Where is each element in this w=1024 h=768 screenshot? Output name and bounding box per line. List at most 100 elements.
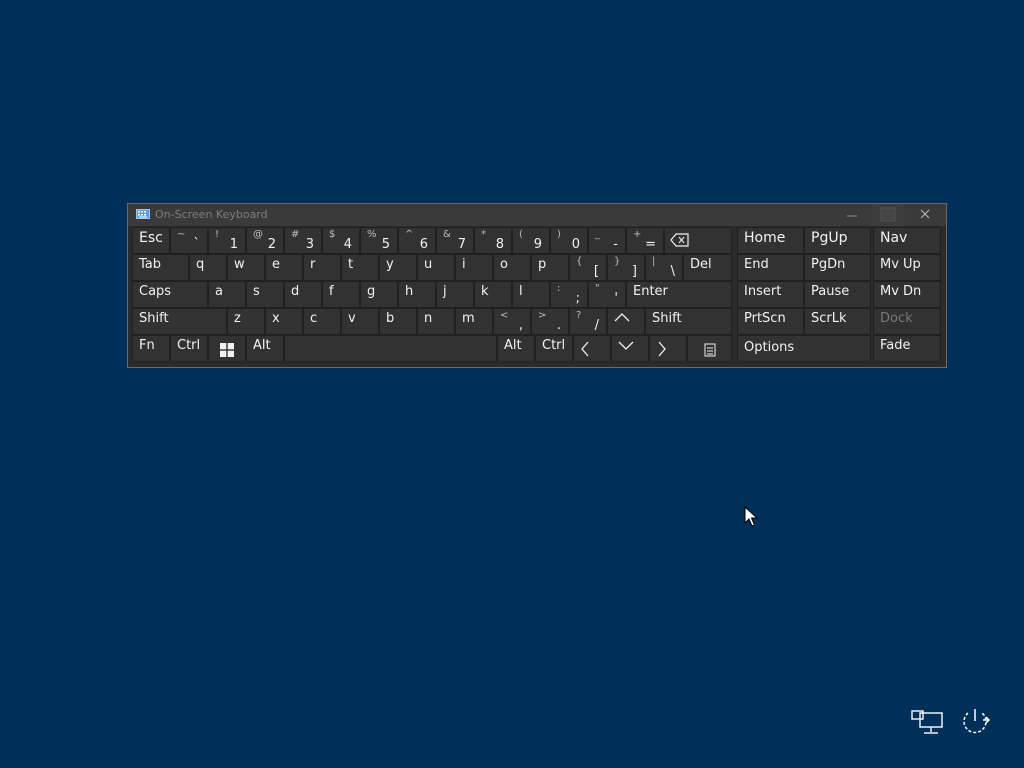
key-backtick[interactable]: ~ `: [170, 227, 208, 254]
key-shift-left[interactable]: Shift: [132, 308, 227, 335]
fade-button[interactable]: Fade: [873, 335, 941, 362]
key-period[interactable]: >.: [531, 308, 569, 335]
key-y[interactable]: y: [379, 254, 417, 281]
key-e[interactable]: e: [265, 254, 303, 281]
key-m[interactable]: m: [455, 308, 493, 335]
key-label: o: [500, 257, 508, 272]
key-nav[interactable]: Nav: [873, 227, 941, 254]
key-2[interactable]: @2: [246, 227, 284, 254]
key-8[interactable]: * 8: [474, 227, 512, 254]
key-d[interactable]: d: [284, 281, 322, 308]
key-semicolon[interactable]: :;: [550, 281, 588, 308]
key-1[interactable]: ! 1: [208, 227, 246, 254]
key-label: t: [348, 257, 354, 272]
key-w[interactable]: w: [227, 254, 265, 281]
key-backspace[interactable]: [664, 227, 732, 254]
key-0[interactable]: ) 0: [550, 227, 588, 254]
minimize-icon: [847, 215, 857, 217]
key-alt-left[interactable]: Alt: [246, 335, 284, 362]
main-char: =: [645, 237, 656, 252]
key-9[interactable]: (9: [512, 227, 550, 254]
key-tab[interactable]: Tab: [132, 254, 189, 281]
key-prtscn[interactable]: PrtScn: [737, 308, 804, 335]
key-i[interactable]: i: [455, 254, 493, 281]
key-n[interactable]: n: [417, 308, 455, 335]
key-3[interactable]: #3: [284, 227, 322, 254]
key-slash[interactable]: ? /: [569, 308, 607, 335]
key-a[interactable]: a: [208, 281, 246, 308]
key-j[interactable]: j: [436, 281, 474, 308]
key-t[interactable]: t: [341, 254, 379, 281]
key-5[interactable]: % 5: [360, 227, 398, 254]
key-minus[interactable]: _ -: [588, 227, 626, 254]
network-icon[interactable]: [911, 709, 945, 737]
key-close-bracket[interactable]: }]: [607, 254, 645, 281]
key-esc[interactable]: Esc: [132, 227, 170, 254]
key-s[interactable]: s: [246, 281, 284, 308]
key-mv-up[interactable]: Mv Up: [873, 254, 941, 281]
key-4[interactable]: $4: [322, 227, 360, 254]
key-p[interactable]: p: [531, 254, 569, 281]
key-backslash[interactable]: | \: [645, 254, 683, 281]
key-r[interactable]: r: [303, 254, 341, 281]
close-button[interactable]: [908, 204, 942, 226]
title-bar[interactable]: On-Screen Keyboard: [128, 204, 946, 226]
key-x[interactable]: x: [265, 308, 303, 335]
key-label: Alt: [504, 338, 522, 353]
key-caps[interactable]: Caps: [132, 281, 208, 308]
key-6[interactable]: ^ 6: [398, 227, 436, 254]
key-windows[interactable]: [208, 335, 246, 362]
key-quote[interactable]: " ': [588, 281, 626, 308]
key-del[interactable]: Del: [683, 254, 732, 281]
main-char: ,: [518, 318, 523, 333]
key-arrow-right[interactable]: [649, 335, 687, 362]
options-button[interactable]: Options: [737, 335, 871, 362]
key-f[interactable]: f: [322, 281, 360, 308]
key-home[interactable]: Home: [737, 227, 804, 254]
key-end[interactable]: End: [737, 254, 804, 281]
key-context-menu[interactable]: [687, 335, 732, 362]
key-pause[interactable]: Pause: [804, 281, 871, 308]
key-arrow-left[interactable]: [573, 335, 611, 362]
key-q[interactable]: q: [189, 254, 227, 281]
key-7[interactable]: & 7: [436, 227, 474, 254]
key-fn[interactable]: Fn: [132, 335, 170, 362]
key-open-bracket[interactable]: {[: [569, 254, 607, 281]
power-icon[interactable]: [959, 707, 993, 737]
key-mv-dn[interactable]: Mv Dn: [873, 281, 941, 308]
key-h[interactable]: h: [398, 281, 436, 308]
maximize-button[interactable]: [871, 204, 905, 226]
key-label: PrtScn: [744, 311, 786, 326]
key-shift-right[interactable]: Shift: [645, 308, 732, 335]
key-pgdn[interactable]: PgDn: [804, 254, 871, 281]
main-char: /: [594, 318, 599, 333]
key-insert[interactable]: Insert: [737, 281, 804, 308]
key-arrow-down[interactable]: [611, 335, 649, 362]
shift-char: >: [538, 310, 547, 321]
key-ctrl-right[interactable]: Ctrl: [535, 335, 573, 362]
key-z[interactable]: z: [227, 308, 265, 335]
key-equals[interactable]: + =: [626, 227, 664, 254]
key-c[interactable]: c: [303, 308, 341, 335]
key-l[interactable]: l: [512, 281, 550, 308]
key-enter[interactable]: Enter: [626, 281, 732, 308]
key-k[interactable]: k: [474, 281, 512, 308]
key-space[interactable]: [284, 335, 497, 362]
key-u[interactable]: u: [417, 254, 455, 281]
key-alt-right[interactable]: Alt: [497, 335, 535, 362]
key-o[interactable]: o: [493, 254, 531, 281]
key-arrow-up[interactable]: [607, 308, 645, 335]
key-b[interactable]: b: [379, 308, 417, 335]
key-v[interactable]: v: [341, 308, 379, 335]
key-comma[interactable]: <,: [493, 308, 531, 335]
main-char: 8: [495, 237, 504, 252]
maximize-icon: [880, 207, 896, 222]
key-ctrl-left[interactable]: Ctrl: [170, 335, 208, 362]
minimize-button[interactable]: [835, 204, 869, 226]
shift-char: #: [291, 229, 300, 240]
key-dock: Dock: [873, 308, 941, 335]
key-scrlk[interactable]: ScrLk: [804, 308, 871, 335]
key-g[interactable]: g: [360, 281, 398, 308]
window-title: On-Screen Keyboard: [155, 208, 268, 221]
key-pgup[interactable]: PgUp: [804, 227, 871, 254]
